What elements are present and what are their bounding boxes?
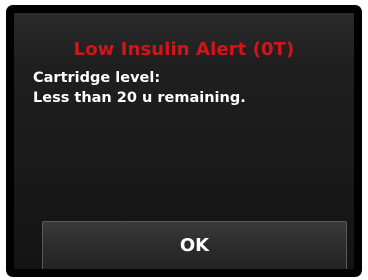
alert-message-line-1: Cartridge level: [33,70,161,86]
alert-message-line-2: Less than 20 u remaining. [33,90,246,106]
alert-message: Cartridge level: Less than 20 u remainin… [33,68,246,108]
alert-screen: Low Insulin Alert (0T) Cartridge level: … [14,13,354,269]
ok-button[interactable]: OK [42,221,347,269]
alert-title: Low Insulin Alert (0T) [73,39,295,60]
device-frame: Low Insulin Alert (0T) Cartridge level: … [6,5,362,277]
